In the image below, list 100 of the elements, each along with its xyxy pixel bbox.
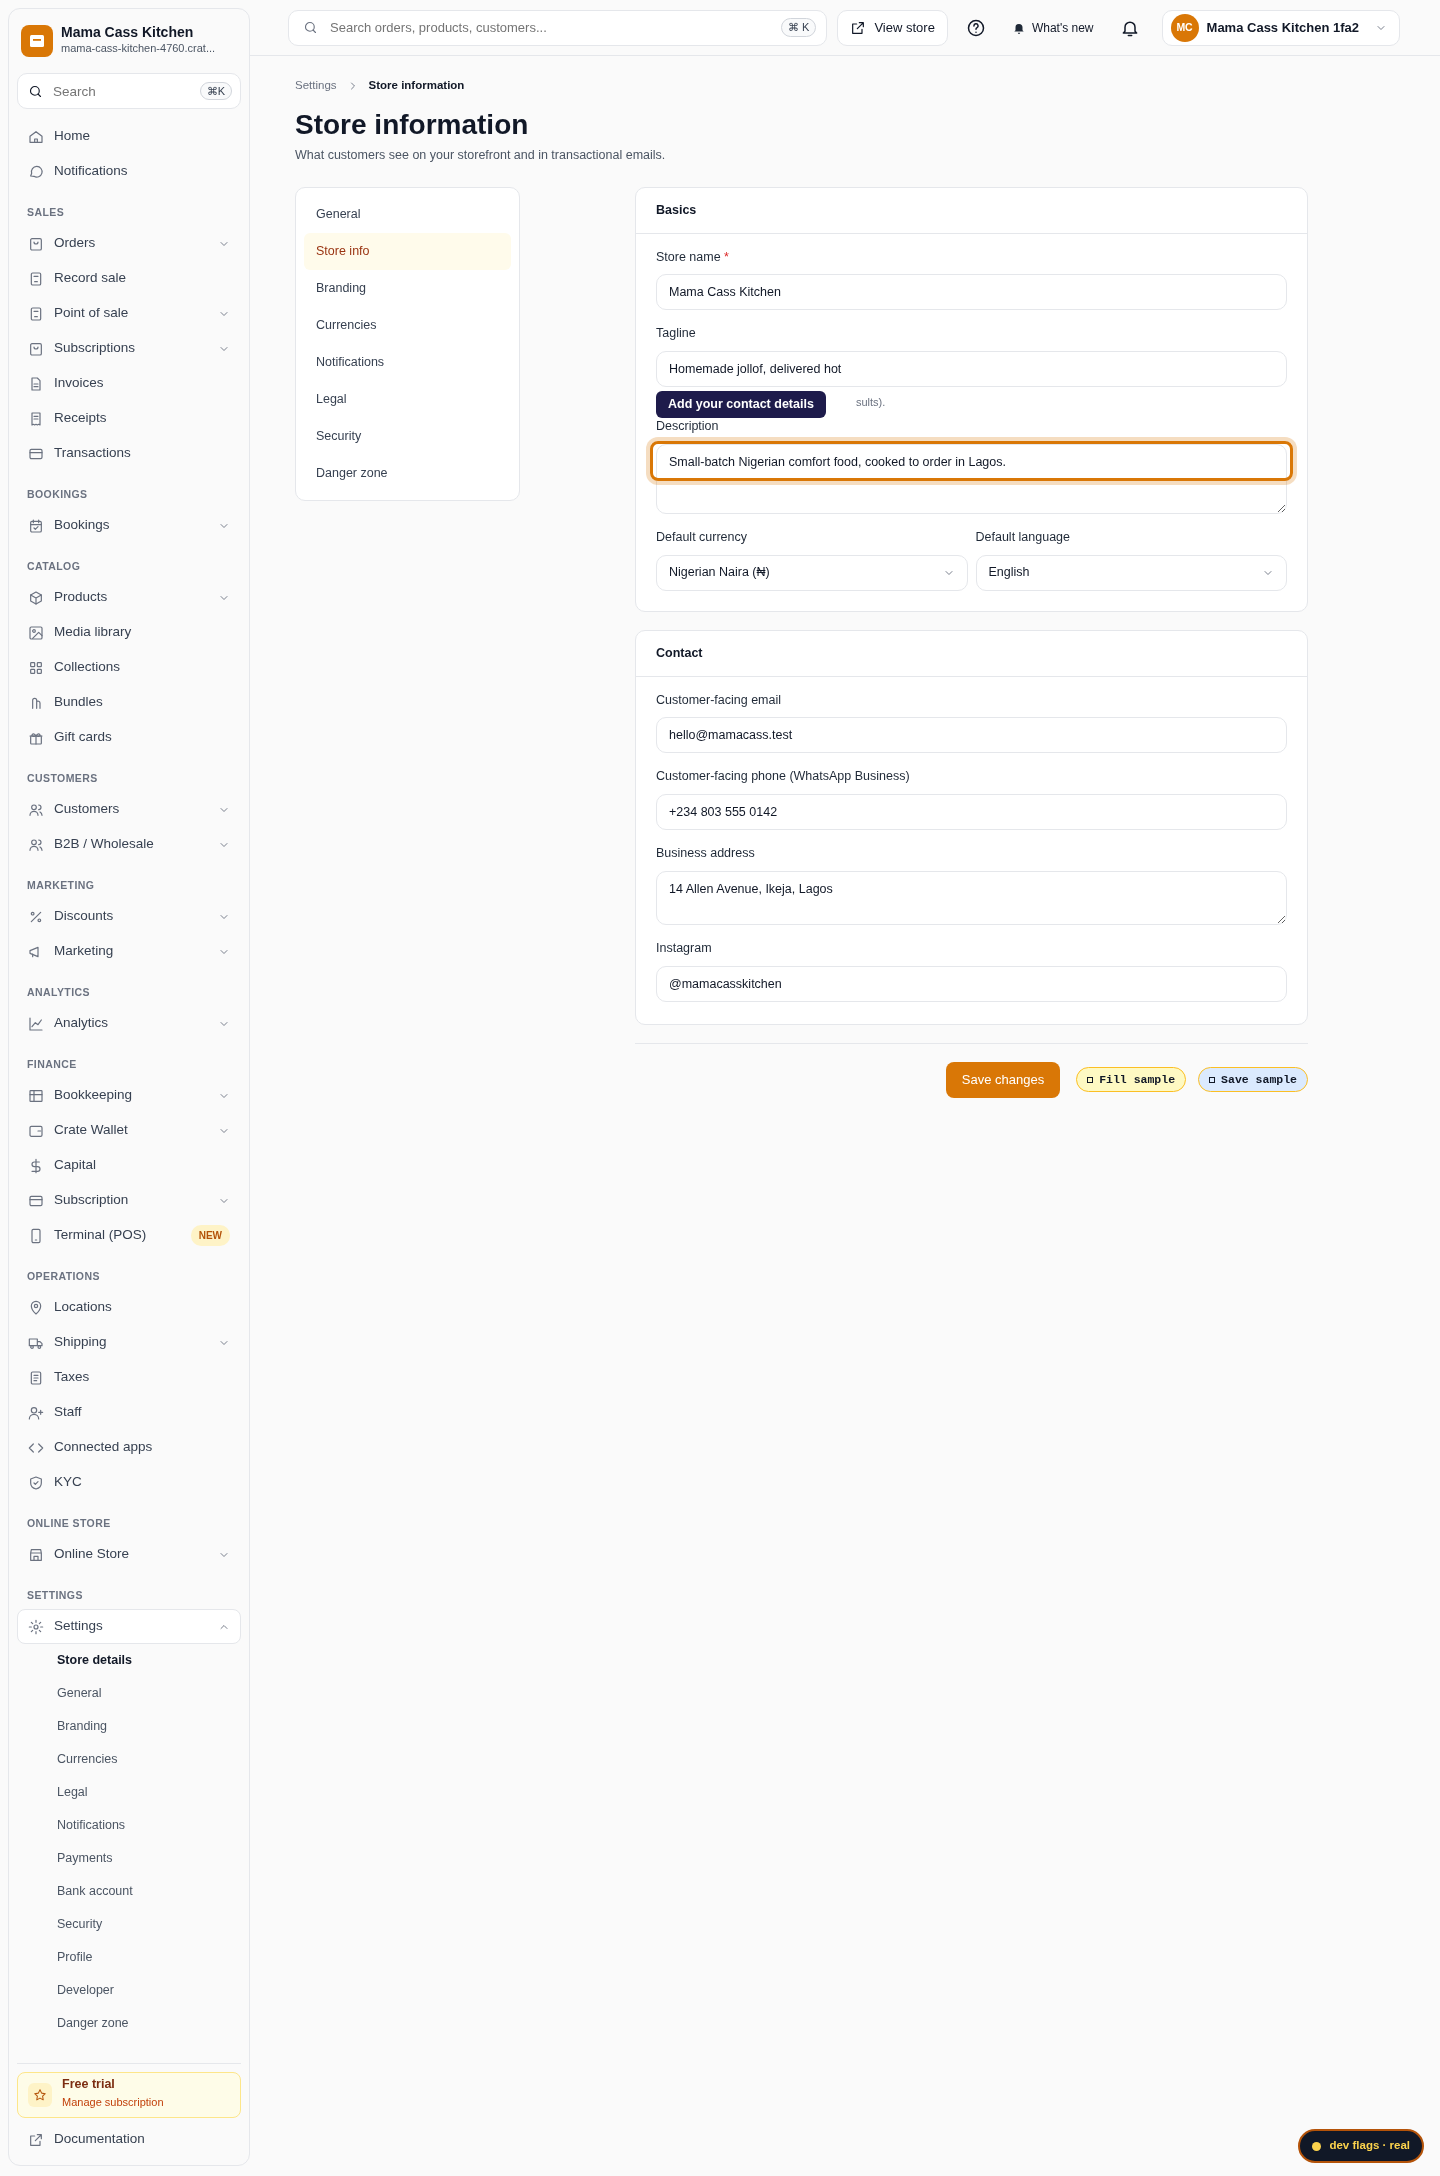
sidebar-subitem[interactable]: Danger zone (17, 2007, 241, 2040)
sidebar-subitem[interactable]: Currencies (17, 1743, 241, 1776)
calculator-icon (28, 270, 44, 287)
save-sample-button[interactable]: Save sample (1198, 1067, 1308, 1093)
store-domain: mama-cass-kitchen-4760.crat... (61, 41, 216, 57)
search-field[interactable]: Search ⌘K (17, 73, 241, 109)
sidebar-item[interactable]: Online Store (17, 1537, 241, 1572)
sidebar-item[interactable]: Invoices (17, 366, 241, 401)
tagline-input[interactable]: Homemade jollof, delivered hot (656, 351, 1287, 388)
description-textarea[interactable]: Small-batch Nigerian comfort food, cooked to order in Lagos. (656, 443, 1287, 514)
sidebar-item[interactable]: Connected apps (17, 1430, 241, 1465)
fill-sample-button[interactable]: Fill sample (1076, 1067, 1187, 1093)
sidebar-item[interactable]: Record sale (17, 261, 241, 296)
section-heading: ONLINE STORE (27, 1516, 112, 1531)
sidebar-item[interactable]: Terminal (POS) NEW (17, 1218, 241, 1253)
sidebar-item[interactable]: Taxes (17, 1360, 241, 1395)
sidebar-item[interactable]: Capital (17, 1148, 241, 1183)
help-icon (965, 17, 986, 38)
sidebar-subitem[interactable]: Profile (17, 1941, 241, 1974)
sidebar-item[interactable]: Analytics (17, 1006, 241, 1041)
sidebar-item[interactable]: B2B / Wholesale (17, 827, 241, 862)
sidebar-item[interactable]: Bookings (17, 508, 241, 543)
sidebar-item[interactable]: Bookkeeping (17, 1078, 241, 1113)
pin-icon (28, 1299, 44, 1316)
sidebar-item[interactable]: Collections (17, 650, 241, 685)
sidebar-item[interactable]: Receipts (17, 401, 241, 436)
sidebar-item[interactable]: Crate Wallet (17, 1113, 241, 1148)
sidebar-item[interactable]: Gift cards (17, 720, 241, 755)
sidebar-item[interactable]: Discounts (17, 899, 241, 934)
bag-icon (28, 235, 44, 252)
sidebar-item[interactable]: Point of sale (17, 296, 241, 331)
whats-new-button[interactable]: What's new (1003, 14, 1102, 41)
sidebar-item[interactable]: Transactions (17, 436, 241, 471)
sidebar-subitem[interactable]: General (17, 1677, 241, 1710)
sidebar-subitem[interactable]: Developer (17, 1974, 241, 2007)
settings-nav-item[interactable]: Currencies (304, 306, 511, 344)
breadcrumb-link[interactable]: Settings (295, 77, 337, 95)
settings-nav-item[interactable]: Notifications (304, 343, 511, 381)
text-input[interactable]: +234 803 555 0142 (656, 794, 1287, 831)
manage-subscription-link[interactable]: Manage subscription (62, 2096, 164, 2109)
square-icon (1209, 1076, 1216, 1083)
settings-nav-item[interactable]: General (304, 195, 511, 233)
language-select[interactable]: English (975, 554, 1287, 591)
view-store-button[interactable]: View store (837, 9, 948, 46)
sidebar-item[interactable]: Orders (17, 226, 241, 261)
section-heading: CATALOG (27, 559, 82, 574)
page-title: Store information (295, 108, 530, 142)
search-input[interactable]: Search orders, products, customers... (328, 12, 771, 43)
sidebar-item[interactable]: Shipping (17, 1325, 241, 1360)
sidebar-item[interactable]: Settings (17, 1609, 241, 1644)
store-name: Mama Cass Kitchen (61, 25, 195, 41)
sidebar-item[interactable]: Subscriptions (17, 331, 241, 366)
settings-nav-item[interactable]: Branding (304, 269, 511, 307)
sidebar-item[interactable]: Bundles (17, 685, 241, 720)
document-icon (28, 1369, 44, 1386)
home-icon (28, 128, 44, 145)
sidebar-subitem[interactable]: Store details (17, 1644, 241, 1677)
sidebar-subitem[interactable]: Branding (17, 1710, 241, 1743)
new-badge: NEW (190, 1225, 230, 1246)
calendar-icon (28, 517, 44, 534)
sidebar-subitem[interactable]: Notifications (17, 1809, 241, 1842)
sidebar-subitem[interactable]: Payments (17, 1842, 241, 1875)
settings-nav-item[interactable]: Security (304, 417, 511, 455)
sidebar-subitem[interactable]: Bank account (17, 1875, 241, 1908)
sidebar-item[interactable]: Products (17, 580, 241, 615)
account-menu[interactable]: MC Mama Cass Kitchen 1fa2 (1161, 9, 1400, 46)
card-title: Contact (636, 630, 1307, 677)
search-input[interactable]: Search (51, 76, 192, 106)
sidebar-item[interactable]: Marketing (17, 934, 241, 969)
sidebar-item[interactable]: Subscription (17, 1183, 241, 1218)
field-label: Default currency (656, 528, 748, 546)
search-field[interactable]: Search orders, products, customers... ⌘ K (288, 9, 828, 46)
sidebar-item[interactable]: KYC (17, 1465, 241, 1500)
users-icon (28, 836, 44, 853)
square-icon (1087, 1076, 1094, 1083)
currency-select[interactable]: Nigerian Naira (₦) (656, 554, 968, 591)
sidebar-item[interactable]: Customers (17, 792, 241, 827)
receipt-icon (28, 410, 44, 427)
sidebar-item[interactable]: Locations (17, 1290, 241, 1325)
sidebar-item[interactable]: Staff (17, 1395, 241, 1430)
sidebar-subitem[interactable]: Security (17, 1908, 241, 1941)
cube-icon (28, 589, 44, 606)
documentation-link[interactable]: Documentation (17, 2122, 241, 2157)
text-input[interactable]: @mamacasskitchen (656, 965, 1287, 1002)
sidebar-item[interactable]: Home (17, 119, 241, 154)
text-input[interactable]: hello@mamacass.test (656, 717, 1287, 754)
dev-flags-pill[interactable]: dev flags · real (1298, 2129, 1424, 2163)
address-textarea[interactable]: 14 Allen Avenue, Ikeja, Lagos (656, 870, 1287, 925)
store-name-input[interactable]: Mama Cass Kitchen (656, 274, 1287, 311)
search-icon (303, 20, 318, 35)
sidebar-item[interactable]: Media library (17, 615, 241, 650)
sidebar-subitem[interactable]: Legal (17, 1776, 241, 1809)
settings-nav-item[interactable]: Legal (304, 380, 511, 418)
settings-nav-item[interactable]: Danger zone (304, 454, 511, 492)
settings-nav-item[interactable]: Store info (304, 232, 511, 270)
document-icon (28, 375, 44, 392)
field-label: Tagline (656, 325, 697, 343)
field-hint: sults). (856, 395, 886, 411)
tour-tooltip: Add your contact details (656, 391, 826, 418)
sidebar-item[interactable]: Notifications (17, 154, 241, 189)
